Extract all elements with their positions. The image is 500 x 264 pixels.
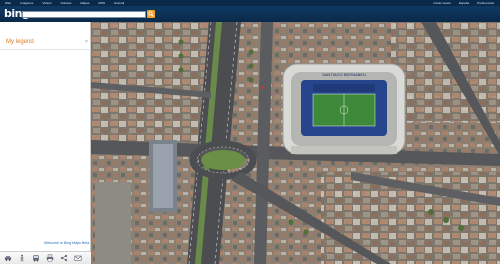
bottom-toolbar xyxy=(0,251,91,264)
stadium-banner: SANTIAGO BERNABEU xyxy=(322,72,366,77)
nav-videos[interactable]: Vídeos xyxy=(42,1,51,5)
email-icon[interactable] xyxy=(73,254,82,263)
share-icon[interactable] xyxy=(59,254,68,263)
legend-divider xyxy=(0,49,91,50)
search-icon xyxy=(148,11,154,17)
nav-maps[interactable]: Mapas xyxy=(80,1,89,5)
nav-news[interactable]: Noticias xyxy=(61,1,72,5)
welcome-link[interactable]: Welcome to Bing Maps Beta xyxy=(44,241,89,245)
legend-title: My legend xyxy=(6,39,34,45)
aerial-imagery: SANTIAGO BERNABEU xyxy=(91,22,500,264)
top-nav-links: Web Imágenes Vídeos Noticias Mapas MSN H… xyxy=(0,1,124,5)
nav-hotmail[interactable]: Hotmail xyxy=(114,1,124,5)
print-icon[interactable] xyxy=(45,254,54,263)
search-input[interactable] xyxy=(22,11,146,18)
car-icon[interactable] xyxy=(3,254,12,263)
walk-icon[interactable] xyxy=(17,254,26,263)
nav-images[interactable]: Imágenes xyxy=(20,1,33,5)
legend-panel: My legend × Welcome to Bing Maps Beta xyxy=(0,22,91,264)
bus-icon[interactable] xyxy=(31,254,40,263)
region-link[interactable]: España xyxy=(459,1,469,5)
search-header: bing xyxy=(0,6,500,22)
aerial-map[interactable]: SANTIAGO BERNABEU xyxy=(91,22,500,264)
preferences-link[interactable]: Preferencias xyxy=(477,1,494,5)
nav-msn[interactable]: MSN xyxy=(98,1,105,5)
nav-web[interactable]: Web xyxy=(5,1,11,5)
close-icon[interactable]: × xyxy=(84,40,89,45)
search-button[interactable] xyxy=(147,10,155,18)
top-right-links: Iniciar sesión España Preferencias xyxy=(433,1,500,5)
stadium xyxy=(282,63,406,155)
sign-in-link[interactable]: Iniciar sesión xyxy=(433,1,451,5)
